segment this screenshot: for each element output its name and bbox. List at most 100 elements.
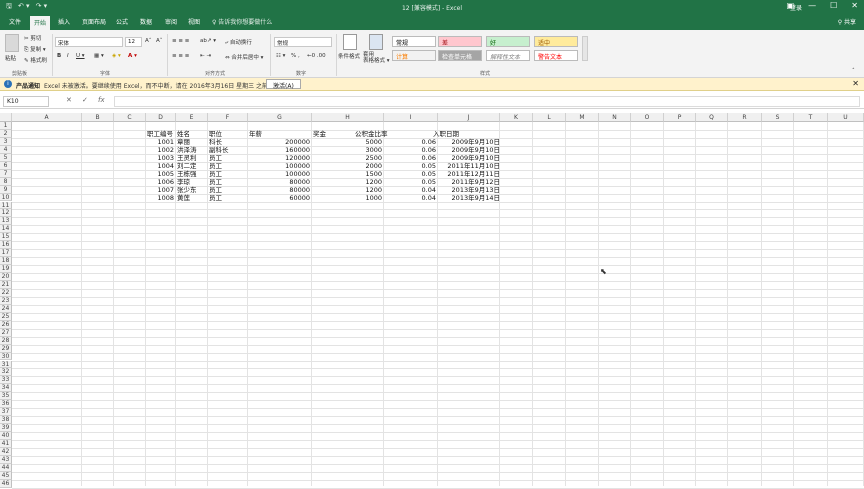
- conditional-format-button[interactable]: 条件格式: [338, 52, 360, 60]
- row-header-13[interactable]: 13: [0, 217, 12, 226]
- data-cell[interactable]: 员工: [209, 186, 246, 194]
- row-header-33[interactable]: 33: [0, 376, 12, 385]
- row-header-4[interactable]: 4: [0, 145, 12, 154]
- data-cell[interactable]: 2009年9月10日: [428, 146, 500, 154]
- column-header-F[interactable]: F: [208, 113, 248, 122]
- column-header-P[interactable]: P: [664, 113, 696, 122]
- row-header-36[interactable]: 36: [0, 400, 12, 409]
- row-header-11[interactable]: 11: [0, 201, 12, 210]
- data-cell[interactable]: 黄莲: [177, 194, 206, 202]
- data-cell[interactable]: 2011年11月10日: [428, 162, 500, 170]
- data-cell[interactable]: 80000: [249, 186, 310, 194]
- data-cell[interactable]: 李琼: [177, 178, 206, 186]
- share-button[interactable]: ⚲ 共享: [838, 17, 856, 26]
- data-cell[interactable]: 员工: [209, 194, 246, 202]
- orientation-icon[interactable]: ab↗ ▾: [200, 38, 216, 44]
- row-header-32[interactable]: 32: [0, 368, 12, 377]
- column-header-R[interactable]: R: [728, 113, 762, 122]
- cell-style-warning[interactable]: 警告文本: [534, 50, 578, 61]
- data-cell[interactable]: 洪泽涛: [177, 146, 206, 154]
- column-header-A[interactable]: A: [12, 113, 82, 122]
- underline-button[interactable]: U ▾: [76, 53, 85, 59]
- tab-data[interactable]: 数据: [140, 17, 152, 26]
- data-cell[interactable]: 1001: [147, 138, 174, 146]
- column-header-T[interactable]: T: [794, 113, 828, 122]
- row-header-18[interactable]: 18: [0, 257, 12, 266]
- row-header-17[interactable]: 17: [0, 249, 12, 258]
- row-header-25[interactable]: 25: [0, 312, 12, 321]
- row-header-19[interactable]: 19: [0, 265, 12, 274]
- column-header-S[interactable]: S: [762, 113, 794, 122]
- close-notice-icon[interactable]: ✕: [852, 79, 859, 88]
- column-header-K[interactable]: K: [500, 113, 533, 122]
- column-header-M[interactable]: M: [566, 113, 599, 122]
- data-cell[interactable]: 刘二定: [177, 162, 206, 170]
- cell-style-normal[interactable]: 常规: [392, 36, 436, 47]
- tab-review[interactable]: 审阅: [165, 17, 177, 26]
- row-header-9[interactable]: 9: [0, 185, 12, 194]
- row-header-22[interactable]: 22: [0, 288, 12, 297]
- enter-icon[interactable]: ✓: [82, 96, 88, 104]
- row-header-26[interactable]: 26: [0, 320, 12, 329]
- decimal-button[interactable]: ←0 .00: [307, 53, 326, 59]
- column-title-cell[interactable]: 姓名: [177, 130, 206, 138]
- currency-icon[interactable]: ☷ ▾: [276, 53, 285, 59]
- data-cell[interactable]: 王灵利: [177, 154, 206, 162]
- table-format-button[interactable]: 套用 表格格式 ▾: [363, 52, 390, 64]
- cancel-icon[interactable]: ✕: [66, 96, 72, 104]
- data-cell[interactable]: 1000: [313, 194, 382, 202]
- data-cell[interactable]: 1004: [147, 162, 174, 170]
- row-header-42[interactable]: 42: [0, 447, 12, 456]
- column-header-E[interactable]: E: [176, 113, 208, 122]
- cell-style-neutral[interactable]: 适中: [534, 36, 578, 47]
- fill-color-icon[interactable]: ◈ ▾: [112, 53, 121, 59]
- column-header-J[interactable]: J: [438, 113, 500, 122]
- data-cell[interactable]: 1007: [147, 186, 174, 194]
- column-title-cell[interactable]: 职工编号: [147, 130, 174, 138]
- tab-insert[interactable]: 插入: [58, 17, 70, 26]
- tab-page-layout[interactable]: 页面布局: [82, 17, 106, 26]
- row-header-7[interactable]: 7: [0, 169, 12, 178]
- row-header-21[interactable]: 21: [0, 281, 12, 289]
- tell-me-search[interactable]: ♀ 告诉我你想要做什么: [212, 17, 272, 26]
- worksheet-grid[interactable]: A B C D E F G H I J K L M N O P Q R S T U 1 2 3 4 5 6 7 8 9 10 11 12 13 14…: [0, 113, 864, 489]
- data-cell[interactable]: 1005: [147, 170, 174, 178]
- row-header-3[interactable]: 3: [0, 137, 12, 146]
- row-header-39[interactable]: 39: [0, 424, 12, 433]
- data-cell[interactable]: 副科长: [209, 146, 246, 154]
- cell-style-explanatory[interactable]: 解释性文本: [486, 50, 530, 61]
- cell-style-check-cell[interactable]: 检查单元格: [438, 50, 482, 61]
- data-cell[interactable]: 员工: [209, 170, 246, 178]
- column-title-cell[interactable]: 入职日期: [433, 130, 503, 138]
- number-format-select[interactable]: 常规: [274, 37, 332, 47]
- row-header-14[interactable]: 14: [0, 225, 12, 234]
- row-header-28[interactable]: 28: [0, 336, 12, 345]
- row-header-44[interactable]: 44: [0, 463, 12, 472]
- data-cell[interactable]: 100000: [249, 162, 310, 170]
- cell-style-good[interactable]: 好: [486, 36, 530, 47]
- table-format-icon[interactable]: [369, 34, 383, 50]
- data-cell[interactable]: 1006: [147, 178, 174, 186]
- styles-scroll[interactable]: [582, 36, 588, 61]
- row-header-38[interactable]: 38: [0, 416, 12, 425]
- conditional-format-icon[interactable]: [343, 34, 357, 50]
- column-title-cell[interactable]: 公积金比率: [355, 130, 425, 138]
- data-cell[interactable]: 2009年9月10日: [428, 138, 500, 146]
- data-cell[interactable]: 1002: [147, 146, 174, 154]
- activate-button[interactable]: 激活(A): [266, 79, 301, 90]
- column-header-L[interactable]: L: [533, 113, 566, 122]
- formula-input[interactable]: [114, 96, 860, 107]
- data-cell[interactable]: 科长: [209, 138, 246, 146]
- tab-formulas[interactable]: 公式: [116, 17, 128, 26]
- row-header-46[interactable]: 46: [0, 479, 12, 488]
- row-header-40[interactable]: 40: [0, 432, 12, 440]
- data-cell[interactable]: 1008: [147, 194, 174, 202]
- indent-icon[interactable]: ⇤ ⇥: [200, 53, 211, 59]
- row-header-45[interactable]: 45: [0, 471, 12, 480]
- data-cell[interactable]: 章丽: [177, 138, 206, 146]
- row-header-5[interactable]: 5: [0, 153, 12, 162]
- data-cell[interactable]: 2011年12月11日: [428, 170, 500, 178]
- row-header-31[interactable]: 31: [0, 360, 12, 369]
- font-color-icon[interactable]: A ▾: [128, 53, 137, 59]
- row-header-10[interactable]: 10: [0, 193, 12, 202]
